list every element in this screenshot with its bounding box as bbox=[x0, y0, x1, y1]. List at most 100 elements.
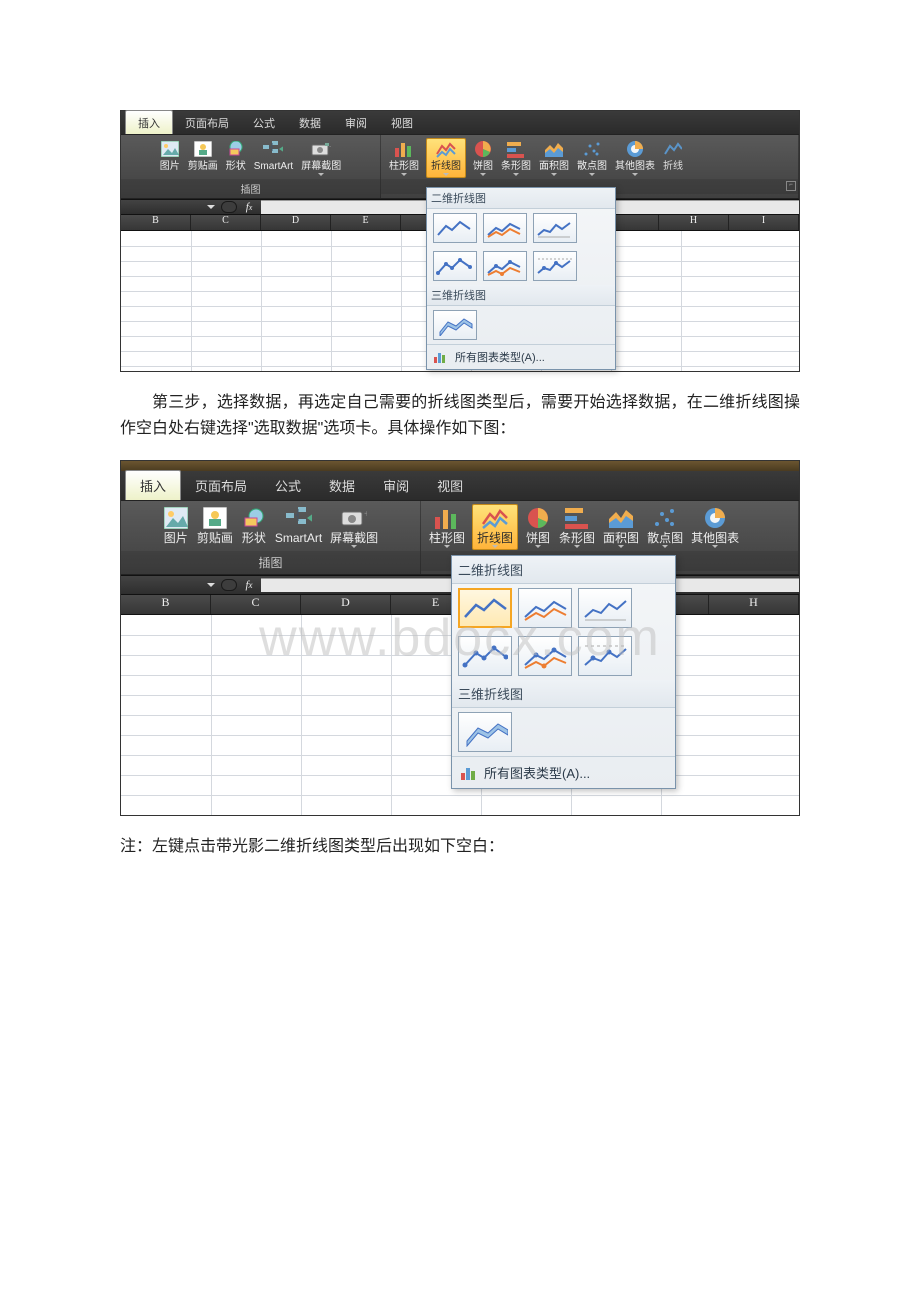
line2d-type-2[interactable] bbox=[518, 588, 572, 628]
col-H[interactable]: H bbox=[709, 595, 799, 614]
btn-label: 屏幕截图 bbox=[301, 161, 341, 172]
line-chart-dropdown: 二维折线图 三维折线图 所有图表类型(A)... bbox=[451, 555, 676, 789]
col-C[interactable]: C bbox=[211, 595, 301, 614]
line2d-type-1[interactable] bbox=[433, 213, 477, 243]
tab-view[interactable]: 视图 bbox=[423, 471, 477, 500]
line2d-type-3[interactable] bbox=[578, 588, 632, 628]
col-B[interactable]: B bbox=[121, 595, 211, 614]
col-D[interactable]: D bbox=[301, 595, 391, 614]
btn-clipart[interactable]: 剪贴画 bbox=[184, 139, 222, 172]
fx-icon[interactable]: fx bbox=[237, 201, 261, 213]
col-I[interactable]: I bbox=[729, 215, 799, 230]
tab-view[interactable]: 视图 bbox=[379, 111, 425, 134]
col-B[interactable]: B bbox=[121, 215, 191, 230]
scatter-chart-icon bbox=[582, 139, 602, 159]
tab-formula[interactable]: 公式 bbox=[261, 471, 315, 500]
group-label-illustrations: 插图 bbox=[121, 551, 420, 574]
scatter-chart-icon bbox=[652, 505, 678, 531]
btn-line-chart[interactable]: 折线图 bbox=[472, 504, 518, 550]
col-E[interactable]: E bbox=[331, 215, 401, 230]
btn-label: 条形图 bbox=[501, 161, 531, 172]
tab-insert[interactable]: 插入 bbox=[125, 470, 181, 500]
btn-label: 饼图 bbox=[473, 161, 493, 172]
btn-label: 饼图 bbox=[526, 533, 550, 544]
all-chart-types[interactable]: 所有图表类型(A)... bbox=[452, 756, 675, 788]
line2d-type-1[interactable] bbox=[458, 588, 512, 628]
btn-picture[interactable]: 图片 bbox=[156, 139, 184, 172]
btn-line-chart[interactable]: 折线图 bbox=[426, 138, 466, 178]
spreadsheet-cells[interactable]: 二维折线图 三维折线图 所有图表类型(A)... bbox=[121, 231, 799, 371]
line-chart-icon bbox=[482, 505, 508, 531]
line2d-type-5[interactable] bbox=[483, 251, 527, 281]
tab-page-layout[interactable]: 页面布局 bbox=[181, 471, 261, 500]
btn-pie-chart[interactable]: 饼图 bbox=[469, 139, 497, 177]
picture-icon bbox=[160, 139, 180, 159]
btn-scatter-chart[interactable]: 散点图 bbox=[573, 139, 611, 177]
namebox-dropdown[interactable] bbox=[207, 205, 215, 213]
fx-icon[interactable]: fx bbox=[237, 579, 261, 591]
tab-review[interactable]: 审阅 bbox=[369, 471, 423, 500]
col-C[interactable]: C bbox=[191, 215, 261, 230]
tab-formula[interactable]: 公式 bbox=[241, 111, 287, 134]
ribbon-tabbar: 插入 页面布局 公式 数据 审阅 视图 bbox=[121, 471, 799, 501]
col-H[interactable]: H bbox=[659, 215, 729, 230]
namebox-dropdown[interactable] bbox=[207, 583, 215, 591]
col-D[interactable]: D bbox=[261, 215, 331, 230]
btn-label: SmartArt bbox=[275, 533, 322, 544]
btn-column-chart[interactable]: 柱形图 bbox=[385, 139, 423, 177]
tab-page-layout[interactable]: 页面布局 bbox=[173, 111, 241, 134]
tab-data[interactable]: 数据 bbox=[315, 471, 369, 500]
line2d-type-2[interactable] bbox=[483, 213, 527, 243]
btn-label: 柱形图 bbox=[429, 533, 465, 544]
btn-smartart[interactable]: SmartArt bbox=[250, 139, 297, 172]
line2d-type-5[interactable] bbox=[518, 636, 572, 676]
ribbon-tabbar: 插入 页面布局 公式 数据 审阅 视图 bbox=[121, 111, 799, 135]
line3d-type-1[interactable] bbox=[433, 310, 477, 340]
btn-bar-chart[interactable]: 条形图 bbox=[497, 139, 535, 177]
clipart-icon bbox=[193, 139, 213, 159]
tab-review[interactable]: 审阅 bbox=[333, 111, 379, 134]
line3d-type-1[interactable] bbox=[458, 712, 512, 752]
btn-label: 其他图表 bbox=[615, 161, 655, 172]
btn-bar-chart[interactable]: 条形图 bbox=[555, 505, 599, 549]
other-chart-icon bbox=[625, 139, 645, 159]
tab-insert[interactable]: 插入 bbox=[125, 110, 173, 134]
btn-area-chart[interactable]: 面积图 bbox=[535, 139, 573, 177]
paragraph-step3: 第三步，选择数据，再选定自己需要的折线图类型后，需要开始选择数据，在二维折线图操… bbox=[120, 390, 800, 442]
line2d-type-6[interactable] bbox=[578, 636, 632, 676]
btn-line-cut[interactable]: 折线 bbox=[659, 139, 687, 172]
line2d-type-3[interactable] bbox=[533, 213, 577, 243]
btn-screenshot[interactable]: + 屏幕截图 bbox=[326, 505, 382, 549]
btn-area-chart[interactable]: 面积图 bbox=[599, 505, 643, 549]
line2d-type-4[interactable] bbox=[433, 251, 477, 281]
btn-label: 面积图 bbox=[603, 533, 639, 544]
paragraph-note: 注：左键点击带光影二维折线图类型后出现如下空白： bbox=[120, 834, 800, 860]
btn-label: 折线图 bbox=[431, 161, 461, 172]
bar-chart-icon bbox=[564, 505, 590, 531]
spreadsheet-cells[interactable]: 二维折线图 三维折线图 所有图表类型(A)... bbox=[121, 615, 799, 815]
btn-shapes[interactable]: 形状 bbox=[222, 139, 250, 172]
btn-label: 折线 bbox=[663, 161, 683, 172]
btn-label: 形状 bbox=[226, 161, 246, 172]
btn-other-chart[interactable]: 其他图表 bbox=[611, 139, 659, 177]
btn-label: 其他图表 bbox=[691, 533, 739, 544]
btn-label: 散点图 bbox=[647, 533, 683, 544]
btn-column-chart[interactable]: 柱形图 bbox=[425, 505, 469, 549]
area-chart-icon bbox=[608, 505, 634, 531]
btn-other-chart[interactable]: 其他图表 bbox=[687, 505, 743, 549]
btn-picture[interactable]: 图片 bbox=[159, 505, 193, 544]
btn-label: 形状 bbox=[242, 533, 266, 544]
all-chart-types[interactable]: 所有图表类型(A)... bbox=[427, 344, 615, 369]
tab-data[interactable]: 数据 bbox=[287, 111, 333, 134]
btn-scatter-chart[interactable]: 散点图 bbox=[643, 505, 687, 549]
dialog-launcher[interactable]: ⌐ bbox=[786, 181, 796, 191]
line2d-type-6[interactable] bbox=[533, 251, 577, 281]
line2d-type-4[interactable] bbox=[458, 636, 512, 676]
btn-clipart[interactable]: 剪贴画 bbox=[193, 505, 237, 544]
formula-bar-divider bbox=[221, 201, 237, 213]
btn-smartart[interactable]: SmartArt bbox=[271, 505, 326, 544]
screenshot-2: 插入 页面布局 公式 数据 审阅 视图 图片 剪贴画 bbox=[120, 460, 800, 816]
btn-shapes[interactable]: 形状 bbox=[237, 505, 271, 544]
btn-screenshot[interactable]: + 屏幕截图 bbox=[297, 139, 345, 177]
btn-pie-chart[interactable]: 饼图 bbox=[521, 505, 555, 549]
